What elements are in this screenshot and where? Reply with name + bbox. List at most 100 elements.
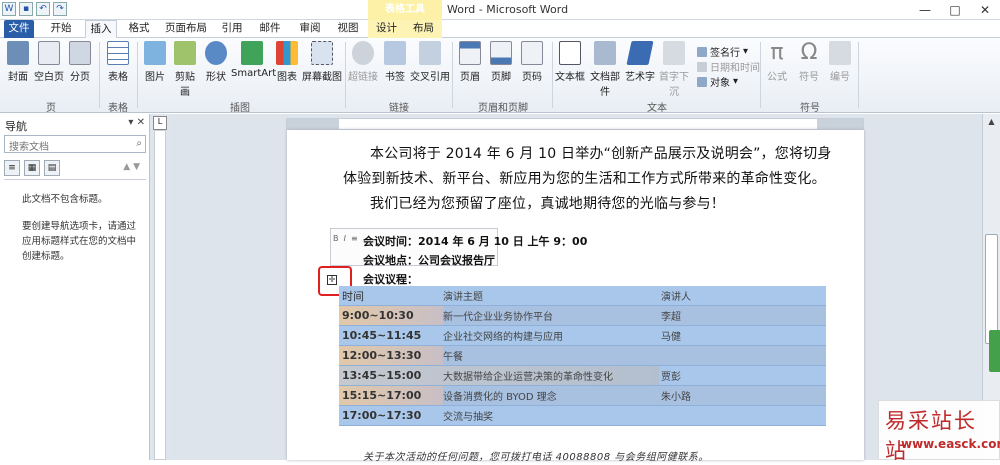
smartart-icon [241, 41, 263, 65]
tab-review[interactable]: 审阅 [295, 20, 325, 38]
nav-view-tabs: ≡ ▦ ▤ ▲ ▼ [4, 160, 146, 180]
page-break-icon [69, 41, 91, 65]
signature-line-button[interactable]: 签名行 ▾ [697, 44, 748, 59]
date-time-button[interactable]: 日期和时间 [697, 59, 760, 74]
agenda-label: 会议议程： [363, 273, 418, 286]
table-tools-context-title: 表格工具 [368, 0, 442, 20]
table-row[interactable]: 10:45~11:45 企业社交网络的构建与应用 马健 [339, 326, 826, 346]
meeting-place: 会议地点：公司会议报告厅 [363, 254, 495, 267]
headings-view-icon[interactable]: ≡ [4, 160, 20, 176]
quick-parts-button[interactable]: 文档部件 [586, 41, 624, 98]
screenshot-button[interactable]: 屏幕截图 [302, 41, 342, 83]
textbox-button[interactable]: 文本框 [555, 41, 585, 83]
ribbon: 封面 空白页 分页 页 表格 表格 图片 剪贴画 形状 SmartArt 图表 … [0, 38, 1000, 114]
nav-message-line: 此文档不包含标题。 [22, 194, 108, 205]
maximize-button[interactable]: □ [940, 0, 970, 20]
redo-icon[interactable]: ↷ [53, 2, 67, 16]
bookmark-button[interactable]: 书签 [381, 41, 409, 83]
tab-layout[interactable]: 布局 [405, 20, 442, 38]
drop-cap-icon [663, 41, 685, 65]
picture-icon [144, 41, 166, 65]
nav-message-line: 要创建导航选项卡，请通过应用标题样式在您的文档中创建标题。 [22, 221, 137, 262]
table-row[interactable]: 13:45~15:00 大数据带给企业运营决策的革命性变化 贾彭 [339, 366, 826, 386]
tab-home[interactable]: 开始 [46, 20, 76, 38]
cover-page-icon [7, 41, 29, 65]
scroll-up-icon[interactable]: ▲ [985, 117, 998, 131]
page-number-button[interactable]: 页码 [518, 41, 546, 83]
table-row[interactable]: 17:00~17:30 交流与抽奖 [339, 406, 826, 426]
omega-icon: Ω [800, 40, 818, 65]
mini-toolbar-fonts[interactable]: B I ≡ [333, 234, 358, 243]
drop-cap-button[interactable]: 首字下沉 [655, 41, 693, 98]
tab-view[interactable]: 视图 [333, 20, 363, 38]
date-time-icon [697, 61, 707, 72]
picture-button[interactable]: 图片 [141, 41, 169, 83]
cell-topic: 企业社交网络的构建与应用 [443, 332, 563, 343]
smartart-button[interactable]: SmartArt [231, 41, 276, 79]
chart-button[interactable]: 图表 [274, 41, 300, 83]
clipart-icon [174, 41, 196, 65]
wordart-button[interactable]: 艺术字 [625, 41, 655, 83]
tab-file[interactable]: 文件 [4, 20, 34, 38]
nav-arrows-icon[interactable]: ▲ ▼ [123, 162, 140, 172]
tab-insert[interactable]: 插入 [85, 20, 117, 39]
tab-page-layout[interactable]: 页面布局 [160, 20, 212, 38]
table-row[interactable]: 15:15~17:00 设备消费化的 BYOD 理念 朱小路 [339, 386, 826, 406]
page-break-button[interactable]: 分页 [66, 41, 94, 83]
pages-view-icon[interactable]: ▦ [24, 160, 40, 176]
symbol-button[interactable]: Ω 符号 [795, 40, 823, 84]
watermark: 易采站长站 www.easck.com [878, 400, 1000, 463]
hyperlink-icon [352, 41, 374, 65]
numbering-button[interactable]: 编号 [826, 41, 854, 83]
signature-line-icon [697, 46, 707, 57]
nav-search-input[interactable]: 搜索文档 ⌕ [4, 135, 146, 153]
clipart-button[interactable]: 剪贴画 [171, 41, 199, 98]
shapes-button[interactable]: 形状 [202, 41, 230, 83]
tab-format[interactable]: 格式 [124, 20, 154, 38]
footer-button[interactable]: 页脚 [487, 41, 515, 83]
save-icon[interactable]: ▪ [19, 2, 33, 16]
tab-design[interactable]: 设计 [368, 20, 405, 38]
cell-time: 12:00~13:30 [342, 349, 422, 362]
table-row[interactable]: 12:00~13:30 午餐 [339, 346, 826, 366]
close-button[interactable]: ✕ [970, 0, 1000, 20]
chart-icon [276, 41, 298, 65]
cover-page-button[interactable]: 封面 [4, 41, 32, 83]
hyperlink-button[interactable]: 超链接 [348, 41, 378, 83]
bookmark-icon [384, 41, 406, 65]
cell-speaker: 李超 [661, 312, 681, 323]
cell-topic: 大数据带给企业运营决策的革命性变化 [443, 372, 613, 383]
header-speaker: 演讲人 [661, 292, 691, 303]
scroll-thumb[interactable] [985, 234, 998, 344]
object-button[interactable]: 对象 ▾ [697, 74, 738, 89]
header-button[interactable]: 页眉 [456, 41, 484, 83]
minimize-button[interactable]: — [910, 0, 940, 20]
undo-icon[interactable]: ↶ [36, 2, 50, 16]
tab-selector-icon[interactable]: L [153, 116, 167, 130]
body-line: 我们已经为您预留了座位，真诚地期待您的光临与参与！ [370, 196, 725, 212]
quick-access-toolbar: W ▪ ↶ ↷ [2, 2, 67, 16]
cell-time: 10:45~11:45 [342, 329, 422, 342]
search-icon[interactable]: ⌕ [136, 138, 142, 149]
cell-topic: 交流与抽奖 [443, 412, 493, 423]
blank-page-button[interactable]: 空白页 [34, 41, 64, 83]
side-tab-handle[interactable] [989, 330, 1000, 372]
nav-close-icon[interactable]: ▾ ✕ [128, 117, 145, 128]
tab-mailings[interactable]: 邮件 [255, 20, 285, 38]
results-view-icon[interactable]: ▤ [44, 160, 60, 176]
equation-button[interactable]: π 公式 [763, 41, 791, 84]
horizontal-ruler [286, 118, 864, 130]
navigation-pane: 导航 ▾ ✕ 搜索文档 ⌕ ≡ ▦ ▤ ▲ ▼ 此文档不包含标题。 要创建导航选… [0, 114, 150, 460]
tab-references[interactable]: 引用 [217, 20, 247, 38]
object-icon [697, 76, 707, 87]
cross-reference-button[interactable]: 交叉引用 [410, 41, 450, 83]
table-row[interactable]: 9:00~10:30 新一代企业业务协作平台 李超 [339, 306, 826, 326]
table-button[interactable]: 表格 [104, 41, 132, 83]
wordart-icon [626, 41, 654, 65]
body-line: 本公司将于 2014 年 6 月 10 日举办“创新产品展示及说明会”，您将切身 [370, 146, 832, 162]
group-label-tables: 表格 [108, 103, 128, 114]
meeting-time: 会议时间：2014 年 6 月 10 日 上午 9：00 [363, 235, 588, 248]
move-handle-icon[interactable]: ✛ [327, 275, 337, 285]
schedule-table[interactable]: 时间 演讲主题 演讲人 9:00~10:30 新一代企业业务协作平台 李超 10… [339, 286, 826, 426]
cell-time: 13:45~15:00 [342, 369, 422, 382]
